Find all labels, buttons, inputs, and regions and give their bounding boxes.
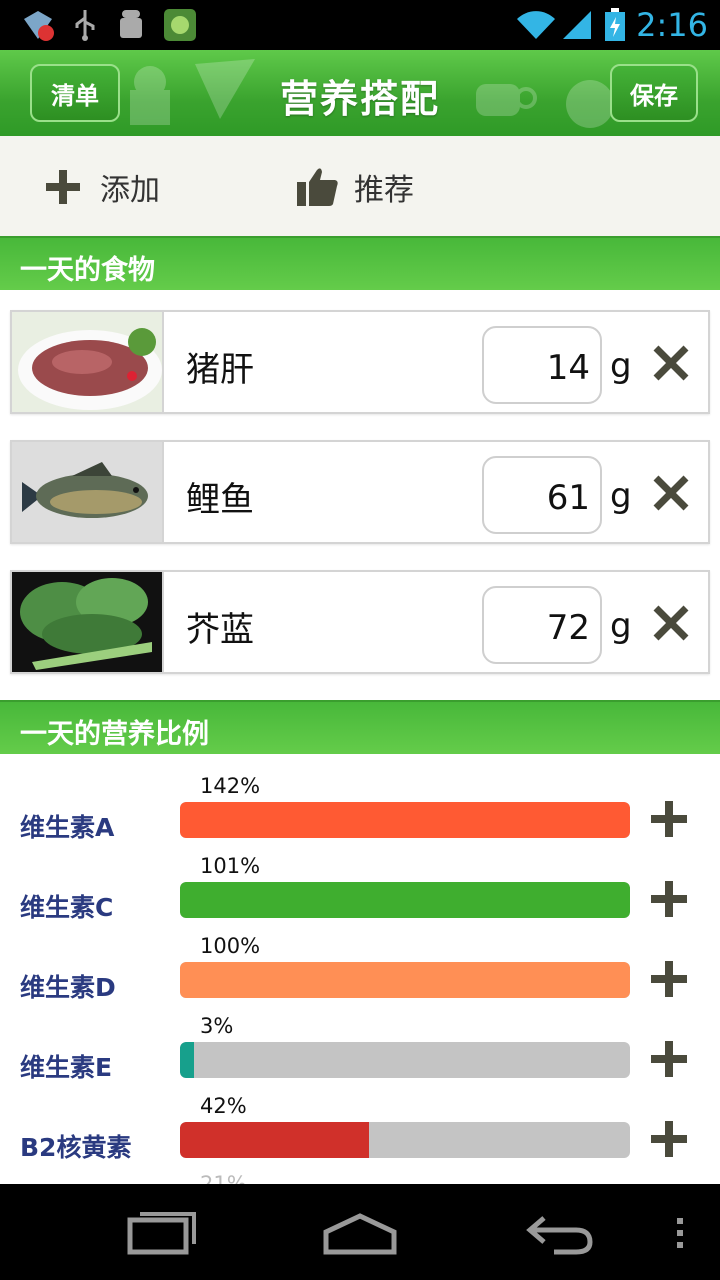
quantity-input[interactable]: 61 [482,456,602,534]
add-nutrient-button[interactable] [650,880,688,918]
thumbs-up-icon [294,164,340,210]
save-button[interactable]: 保存 [610,64,698,122]
nutrient-name: 维生素E [20,1053,113,1082]
food-name: 鲤鱼 [186,480,254,520]
add-nutrient-button[interactable] [650,960,688,998]
food-item[interactable]: 鲤鱼 61 g [10,440,710,544]
add-nutrient-button[interactable] [650,1120,688,1158]
nutrient-bar [180,1122,630,1158]
carp-fish-image [12,442,164,542]
nutrient-bar-fill [180,962,630,998]
system-nav-bar [0,1184,720,1280]
nutrient-name: B2核黄素 [20,1133,132,1162]
back-icon[interactable] [524,1204,596,1260]
plus-icon [40,164,86,210]
nutrient-name: 维生素C [20,893,114,922]
add-food-button[interactable]: 添加 [40,164,160,210]
usb-icon [70,8,100,42]
nutrient-row: 101% 维生素C [0,854,720,934]
nutrient-name: 维生素D [20,973,116,1002]
nutrient-bar-fill [180,1122,369,1158]
add-nutrient-button[interactable] [650,800,688,838]
recent-apps-icon[interactable] [126,1204,198,1260]
food-item[interactable]: 芥蓝 72 g [10,570,710,674]
ad-notification-icon [18,8,58,42]
delete-icon[interactable] [652,474,690,512]
nutrient-bar [180,882,630,918]
nutrient-bar-fill [180,802,630,838]
nutrient-bar [180,1042,630,1078]
nutrient-row: 100% 维生素D [0,934,720,1014]
action-toolbar: 添加 推荐 [0,136,720,236]
status-bar: 2:16 [0,0,720,50]
food-item[interactable]: 猪肝 14 g [10,310,710,414]
food-name: 芥蓝 [186,610,254,650]
home-icon[interactable] [322,1204,398,1260]
main-content: 添加 推荐 一天的食物 猪肝 14 g 鲤鱼 61 g 芥蓝 72 g 一天的营… [0,136,720,1184]
status-time: 2:16 [636,6,708,44]
delete-icon[interactable] [652,604,690,642]
partial-percent-label: 21% [200,1172,247,1184]
nutrient-row: 3% 维生素E [0,1014,720,1094]
chinese-kale-image [12,572,164,672]
wifi-icon [514,8,558,42]
recommend-button[interactable]: 推荐 [294,164,414,210]
unit-label: g [610,476,632,516]
nutrition-section-header: 一天的营养比例 [0,700,720,754]
percent-label: 100% [200,934,261,958]
quantity-input[interactable]: 72 [482,586,602,664]
unit-label: g [610,346,632,386]
foods-section-title: 一天的食物 [20,255,155,286]
recommend-label: 推荐 [354,173,414,208]
unit-label: g [610,606,632,646]
nutrient-bar-fill [180,882,630,918]
nutrient-row: 142% 维生素A [0,774,720,854]
add-label: 添加 [100,173,160,208]
app-notification-icon [162,8,198,42]
battery-icon [602,8,628,42]
foods-section-header: 一天的食物 [0,236,720,290]
nutrient-bar [180,962,630,998]
app-header: 清单 营养搭配 保存 [0,50,720,136]
nutrient-bar-fill [180,1042,194,1078]
quantity-input[interactable]: 14 [482,326,602,404]
nutrient-row: 42% B2核黄素 [0,1094,720,1174]
add-nutrient-button[interactable] [650,1040,688,1078]
nutrition-section-title: 一天的营养比例 [20,719,209,750]
nutrient-bar [180,802,630,838]
delete-icon[interactable] [652,344,690,382]
android-debug-icon [114,8,148,42]
percent-label: 101% [200,854,261,878]
pork-liver-image [12,312,164,412]
nutrient-name: 维生素A [20,813,115,842]
signal-icon [560,8,594,42]
food-name: 猪肝 [186,350,254,390]
percent-label: 142% [200,774,261,798]
overflow-menu-icon[interactable] [672,1204,688,1260]
percent-label: 3% [200,1014,234,1038]
percent-label: 42% [200,1094,247,1118]
